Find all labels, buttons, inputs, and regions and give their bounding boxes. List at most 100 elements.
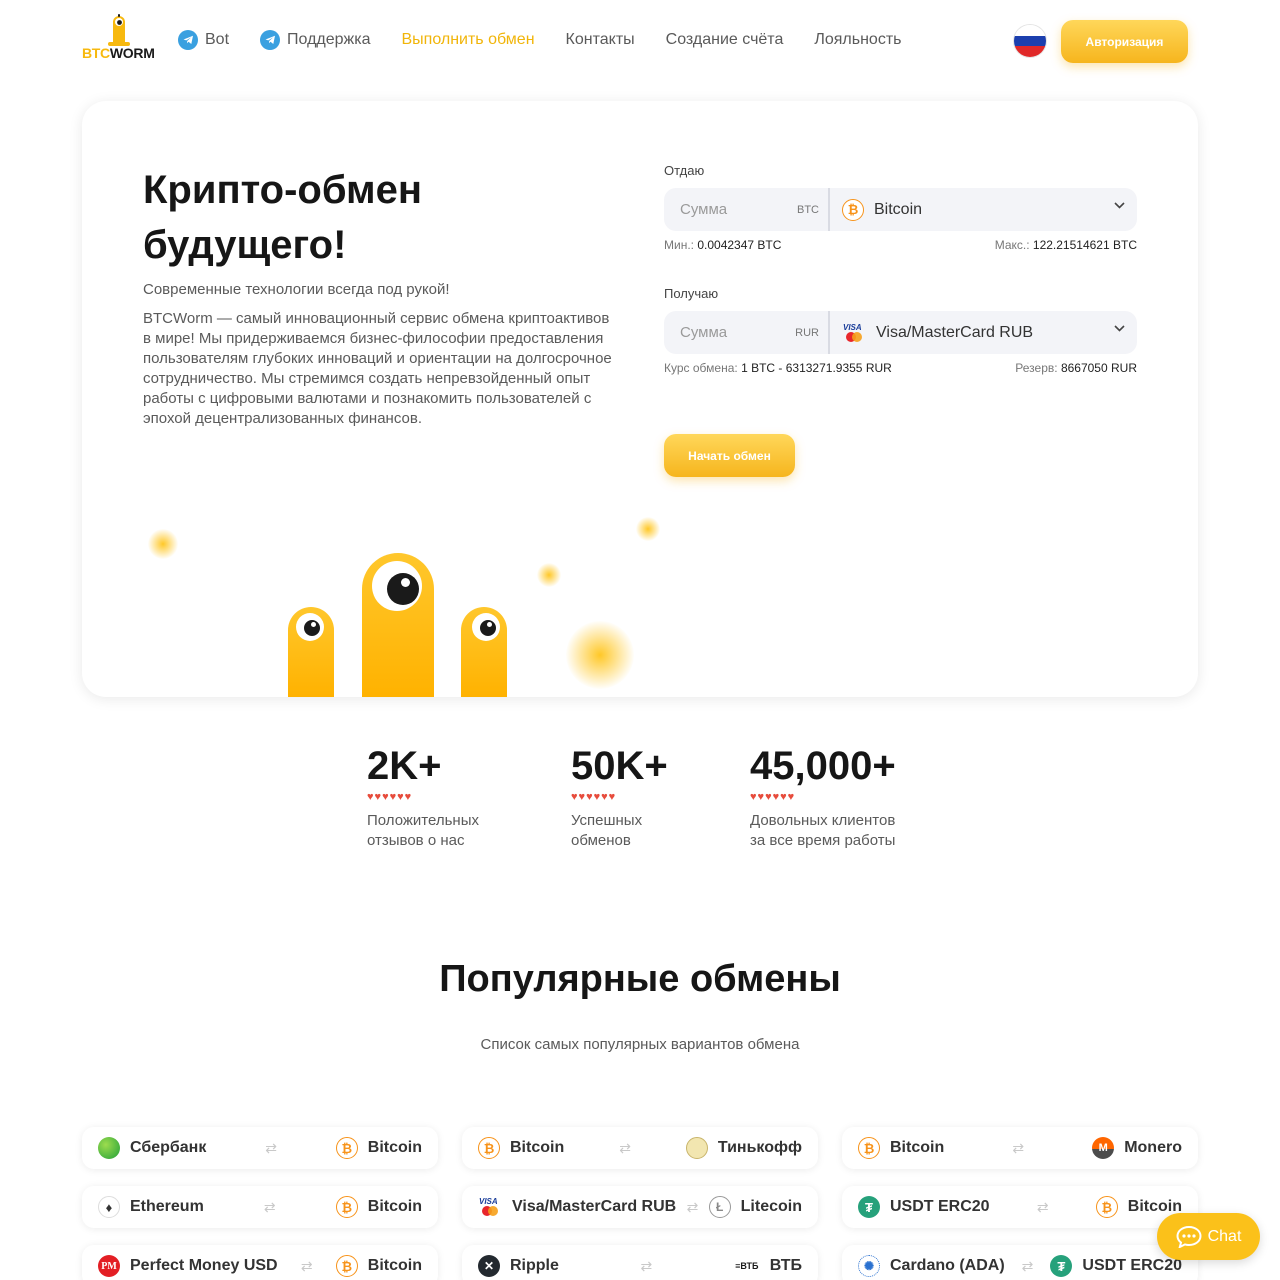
pair-to-label: Bitcoin [367,1257,422,1274]
nav-item-support[interactable]: Поддержка [260,30,370,50]
logo-text: BTCWORM [82,45,155,61]
stat-reviews: 2K+ ♥♥♥♥♥♥ Положительных отзывов о нас [367,742,479,851]
popular-pair[interactable]: ♦ Ethereum ⇄ ₿ Bitcoin [82,1186,438,1228]
stat-caption-line: за все время работы [750,832,896,849]
popular-title: Популярные обмены [439,958,841,1000]
reserve-value: 8667050 RUR [1060,361,1137,375]
nav-label: Лояльность [814,31,902,48]
popular-pair[interactable]: ₿ Bitcoin ⇄ Тинькофф [462,1127,818,1169]
pair-from: ₮ USDT ERC20 [858,1196,990,1218]
pair-from-label: USDT ERC20 [890,1198,990,1215]
give-row: Сумма BTC ₿ Bitcoin [664,188,1137,231]
worm-illustration-right [461,607,507,697]
get-row: Сумма RUR VISA Visa/MasterCard RUB [664,311,1137,354]
nav-label: Создание счёта [665,31,784,48]
russia-flag-icon[interactable] [1014,25,1046,57]
reserve: Резерв: 8667050 RUR [1015,361,1137,375]
page: BTCWORM Bot Поддержка Выполнить обмен Ко… [0,0,1280,1280]
exchange-arrows-icon: ⇄ [1036,1198,1049,1215]
hearts-icon: ♥♥♥♥♥♥ [571,791,617,803]
get-currency-name: Visa/MasterCard RUB [876,323,1034,341]
get-limits: Курс обмена: 1 BTC - 6313271.9355 RUR Ре… [664,361,1137,375]
perfect-money-icon: PM [98,1255,120,1277]
popular-pair[interactable]: ₮ USDT ERC20 ⇄ ₿ Bitcoin [842,1186,1198,1228]
exchange-arrows-icon: ⇄ [263,1198,276,1215]
popular-pair[interactable]: PM Perfect Money USD ⇄ ₿ Bitcoin [82,1245,438,1280]
worm-illustration-left [288,607,334,697]
popular-pair[interactable]: ✺ Cardano (ADA) ⇄ ₮ USDT ERC20 [842,1245,1198,1280]
popular-pair[interactable]: ₿ Bitcoin ⇄ M Monero [842,1127,1198,1169]
stat-caption-line: обменов [571,832,631,849]
bitcoin-icon: ₿ [1095,1196,1118,1218]
hero-card: Крипто-обмен будущего! Современные техно… [82,101,1198,697]
vtb-icon: ≡ВТБ [735,1261,759,1271]
chat-label: Chat [1207,1227,1242,1245]
exchange-arrows-icon: ⇄ [300,1257,313,1274]
pair-to: ₿ Bitcoin [335,1196,422,1218]
stat-caption-line: Успешных [571,812,643,829]
visa-mastercard-icon: VISA [842,322,866,344]
pair-from: VISA Visa/MasterCard RUB [478,1196,676,1218]
exchange-arrows-icon: ⇄ [619,1139,631,1156]
cardano-icon: ✺ [858,1255,880,1277]
get-currency-select[interactable]: VISA Visa/MasterCard RUB [830,322,1137,344]
stat-exchanges: 50K+ ♥♥♥♥♥♥ Успешных обменов [571,742,668,851]
ripple-icon: ✕ [478,1255,500,1277]
pair-to: ₿ Bitcoin [335,1255,422,1277]
popular-pair[interactable]: Сбербанк ⇄ ₿ Bitcoin [82,1127,438,1169]
get-amount-input[interactable]: Сумма RUR [664,311,830,354]
logo-text-btc: BTC [82,45,110,61]
give-amount-placeholder: Сумма [680,201,728,218]
nav-label: Поддержка [287,31,371,48]
give-currency-code: BTC [797,203,819,216]
monero-icon: M [1092,1137,1115,1159]
worm-logo-icon [108,14,130,46]
give-currency-select[interactable]: ₿ Bitcoin [830,198,1137,221]
give-amount-input[interactable]: Сумма BTC [664,188,830,231]
pair-to: ≡ВТБ ВТБ [734,1255,802,1277]
hearts-icon: ♥♥♥♥♥♥ [750,791,796,803]
auth-button[interactable]: Авторизация [1061,20,1188,63]
pair-from: ₿ Bitcoin [858,1137,944,1159]
min-limit-value: 0.0042347 BTC [697,238,782,252]
worm-eye [296,613,324,641]
popular-pair[interactable]: VISA Visa/MasterCard RUB ⇄ Ł Litecoin [462,1186,818,1228]
glow-dot [148,529,178,559]
popular-pair[interactable]: ✕ Ripple ⇄ ≡ВТБ ВТБ [462,1245,818,1280]
nav-item-contacts[interactable]: Контакты [566,30,635,50]
pair-from: Сбербанк [98,1137,206,1159]
chevron-down-icon [1114,325,1125,332]
start-exchange-button[interactable]: Начать обмен [664,434,795,477]
nav-label: Bot [205,31,230,48]
nav-item-bot[interactable]: Bot [178,30,229,50]
exchange-arrows-icon: ⇄ [1012,1139,1025,1156]
sberbank-icon [98,1137,120,1159]
logo[interactable]: BTCWORM [82,14,155,64]
litecoin-icon: Ł [708,1196,731,1218]
stat-caption-line: Довольных клиентов [750,812,896,829]
pair-from-label: Cardano (ADA) [890,1257,1005,1274]
stat-value: 2K+ [367,744,442,788]
pair-to: Ł Litecoin [708,1196,802,1218]
tether-icon: ₮ [858,1196,880,1218]
nav-item-loyalty[interactable]: Лояльность [814,30,901,50]
glow-dot [566,621,634,689]
stat-caption-line: Положительных [367,812,479,829]
get-amount-placeholder: Сумма [680,324,728,341]
nav-item-exchange[interactable]: Выполнить обмен [401,30,534,50]
pair-from: ♦ Ethereum [98,1196,204,1218]
pair-to-label: USDT ERC20 [1082,1257,1182,1274]
pair-from-label: Ripple [510,1257,559,1274]
bitcoin-icon: ₿ [478,1137,500,1159]
svg-text:VISA: VISA [843,323,862,332]
give-label: Отдаю [664,163,705,178]
nav-item-create-account[interactable]: Создание счёта [666,30,784,50]
pair-from: ₿ Bitcoin [478,1137,564,1159]
glow-dot [537,563,561,587]
pair-from: ✺ Cardano (ADA) [858,1255,1005,1277]
pair-from-label: Ethereum [130,1198,204,1215]
bitcoin-icon: ₿ [335,1255,358,1277]
exchange-arrows-icon: ⇄ [640,1257,653,1274]
chat-button[interactable]: Chat [1157,1213,1260,1260]
hero-description: BTCWorm — самый инновационный сервис обм… [143,310,612,427]
